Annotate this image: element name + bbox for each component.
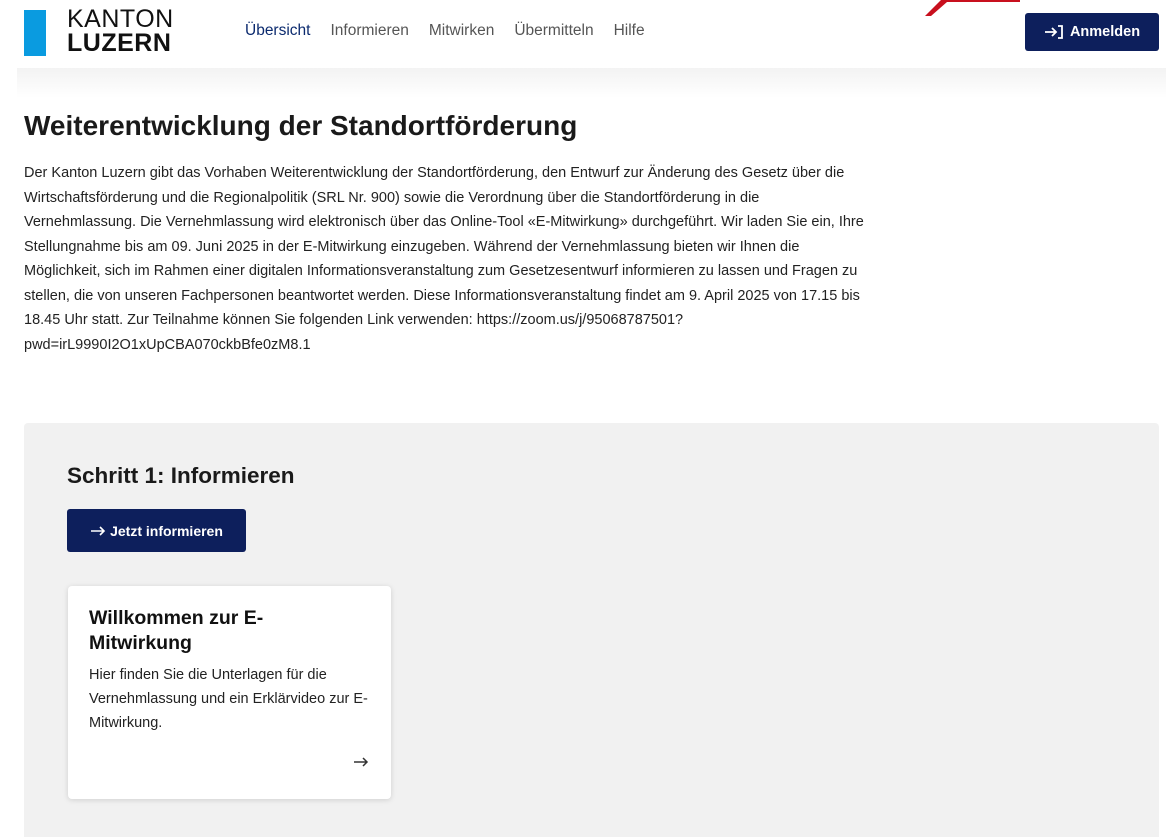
logo[interactable]: KANTON LUZERN: [67, 5, 174, 57]
logo-line-2: LUZERN: [67, 29, 172, 57]
page-title: Weiterentwicklung der Standortförderung: [24, 110, 578, 141]
nav-item-uebermitteln[interactable]: Übermitteln: [514, 22, 593, 40]
jetzt-informieren-button[interactable]: Jetzt informieren: [67, 509, 246, 552]
nav-item-mitwirken[interactable]: Mitwirken: [429, 22, 494, 40]
card-title: Willkommen zur E-Mitwirkung: [89, 607, 264, 654]
login-button[interactable]: Anmelden: [1025, 13, 1159, 51]
jetzt-informieren-label: Jetzt informieren: [110, 522, 223, 539]
logo-line-1: KANTON: [67, 5, 174, 33]
card-text: Hier finden Sie die Unterlagen für die V…: [89, 667, 368, 731]
nav-item-informieren[interactable]: Informieren: [330, 22, 408, 40]
step-title: Schritt 1: Informieren: [67, 463, 295, 488]
page-description: Der Kanton Luzern gibt das Vorhaben Weit…: [24, 165, 864, 353]
hero-background: [17, 68, 1166, 98]
site-header: KANTON LUZERN Übersicht Informieren Mitw…: [0, 0, 1166, 68]
arrow-right-icon[interactable]: [352, 755, 370, 769]
nav-item-uebersicht[interactable]: Übersicht: [245, 22, 310, 40]
annotation-arrow: [925, 0, 1020, 16]
logo-bar: [24, 10, 46, 56]
nav-item-hilfe[interactable]: Hilfe: [614, 22, 645, 40]
login-arrow-icon: [1044, 25, 1063, 39]
main-nav: Übersicht Informieren Mitwirken Übermitt…: [245, 22, 645, 40]
welcome-card[interactable]: Willkommen zur E-Mitwirkung Hier finden …: [68, 586, 391, 799]
login-label: Anmelden: [1069, 24, 1141, 40]
arrow-right-icon: [91, 525, 106, 536]
